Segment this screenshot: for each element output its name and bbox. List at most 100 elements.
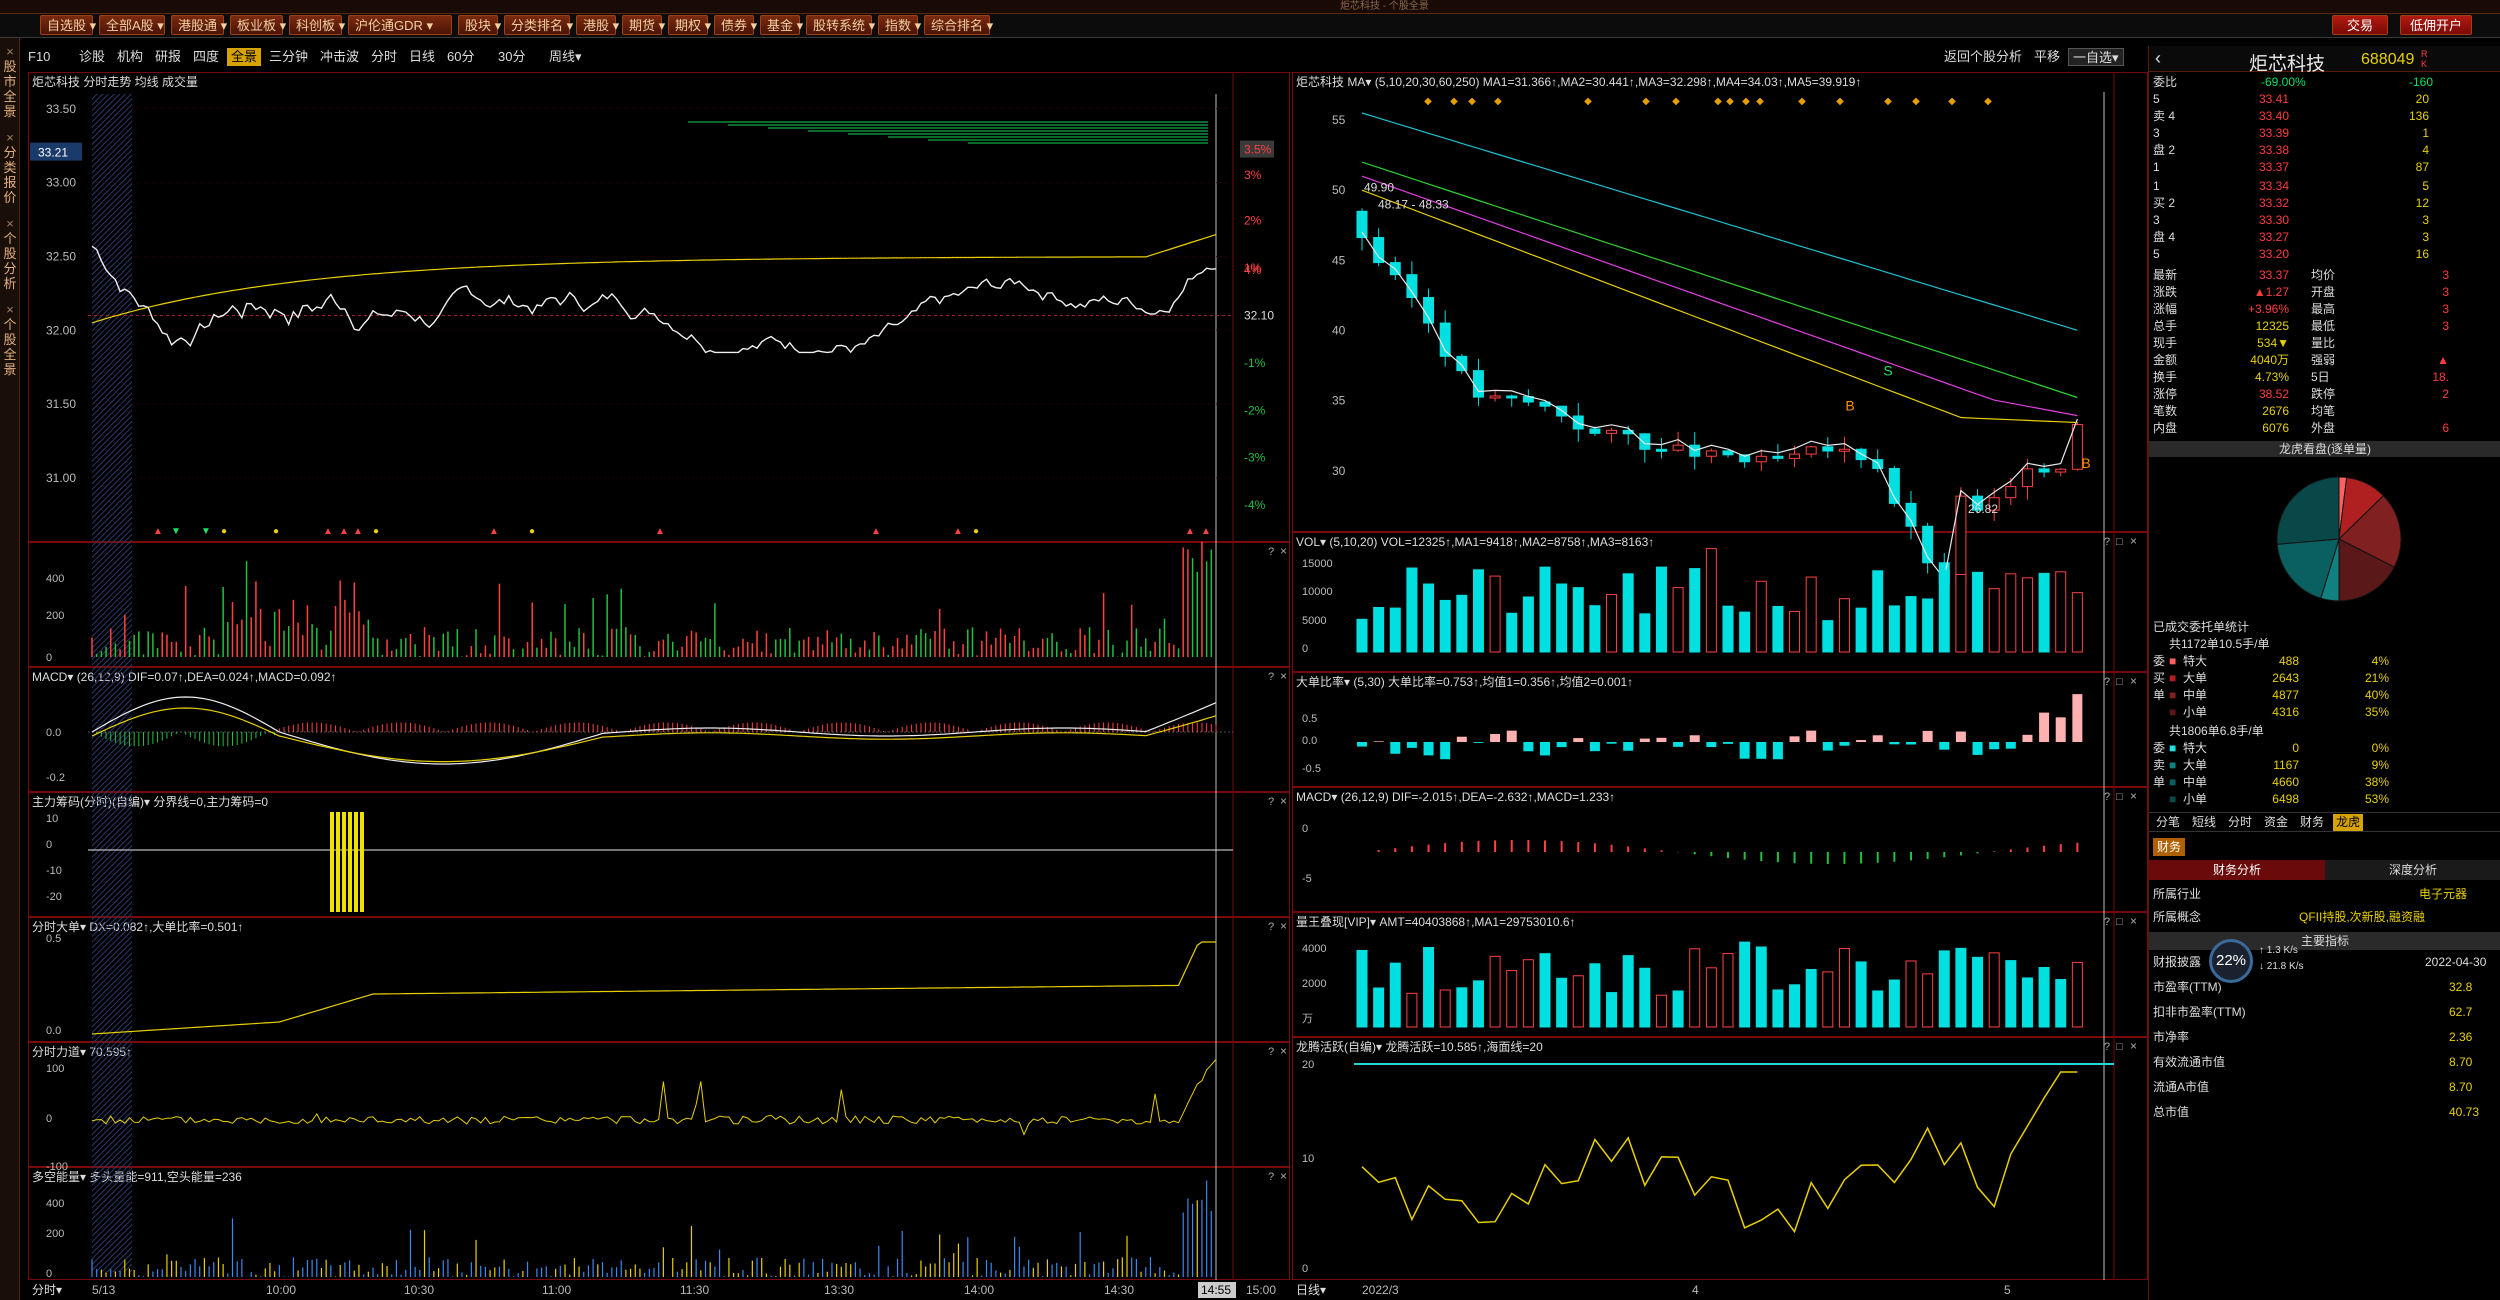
subbar-item-9[interactable]: 日线 <box>405 48 439 66</box>
daily-kline-panel[interactable]: 炬芯科技 MA▾ (5,10,20,30,60,250) MA1=31.366↑… <box>1292 72 2148 532</box>
toolbar-item-1[interactable]: 全部A股 ▾ <box>99 15 165 35</box>
close-icon[interactable]: × <box>1 216 19 231</box>
quote-label: 金额 <box>2153 353 2178 367</box>
vol-bar <box>1789 610 1801 653</box>
toolbar-item-7[interactable]: 分类排名 ▾ <box>504 15 573 35</box>
vol-bar <box>2055 571 2067 653</box>
intraday-chips-panel[interactable]: 主力筹码(分时)(自编)▾ 分界线=0,主力筹码=0? × <box>28 792 1290 917</box>
left-tab-0[interactable]: × 股市全景 <box>1 44 19 119</box>
daily-amount-panel[interactable]: 量王叠现[VIP]▾ AMT=40403868↑,MA1=29753010.6↑… <box>1292 912 2148 1037</box>
subbar-item-1[interactable]: 诊股 <box>75 48 109 66</box>
toolbar-item-5[interactable]: 沪伦通GDR ▾ <box>348 15 452 35</box>
level-volume: 4 <box>2422 143 2429 157</box>
subbar-item-5[interactable]: 全景 <box>227 48 262 66</box>
toolbar-item-0[interactable]: 自选股 ▾ <box>40 15 96 35</box>
main-index-header: 主要指标 <box>2149 932 2500 950</box>
panel-tab-5[interactable]: 龙虎 <box>2333 814 2364 831</box>
toolbar-item-10[interactable]: 期权 ▾ <box>668 15 711 35</box>
panel-tab-0[interactable]: 分笔 <box>2153 814 2183 831</box>
order-pct: 0% <box>2371 741 2389 755</box>
close-icon[interactable]: × <box>1 130 19 145</box>
fin-label: 市净率 <box>2153 1030 2190 1044</box>
level-price: 33.32 <box>2259 196 2290 210</box>
ma-line-1 <box>1361 231 2078 581</box>
buy-level-3: 盘 4 33.27 3 <box>2149 229 2500 246</box>
buy-level-0: 1 33.34 5 <box>2149 178 2500 195</box>
level-price: 33.20 <box>2259 247 2290 261</box>
subbar-item-12[interactable]: 周线▾ <box>545 48 586 66</box>
open-account-button[interactable]: 低佣开户 <box>2400 15 2472 35</box>
candle <box>1423 296 1435 324</box>
daily-active-panel[interactable]: 龙腾活跃(自编)▾ 龙腾活跃=10.585↑,海面线=20? □ × <box>1292 1037 2148 1280</box>
toolbar-item-4[interactable]: 科创板 ▾ <box>289 15 345 35</box>
amount-bar <box>1606 992 1618 1028</box>
panel-tab-2[interactable]: 分时 <box>2225 814 2255 831</box>
panel-tab-4[interactable]: 财务 <box>2297 814 2327 831</box>
left-tab-1[interactable]: × 分类报价 <box>1 130 19 205</box>
toolbar-item-6[interactable]: 股块 ▾ <box>458 15 501 35</box>
subbar-right-item-2[interactable]: 一自选▾ <box>2068 48 2124 66</box>
order-pct: 21% <box>2364 671 2389 685</box>
concept-value: QFII持股,次新股,融资融 <box>2299 910 2426 924</box>
subbar-right-item-0[interactable]: 返回个股分析 <box>1940 48 2026 66</box>
daily-volume-panel[interactable]: VOL▾ (5,10,20) VOL=12325↑,MA1=9418↑,MA2=… <box>1292 532 2148 672</box>
ratio-bar <box>2055 717 2066 742</box>
close-icon[interactable]: × <box>1 44 19 59</box>
toolbar-item-8[interactable]: 港股 ▾ <box>576 15 619 35</box>
toolbar-item-12[interactable]: 基金 ▾ <box>760 15 803 35</box>
trade-button[interactable]: 交易 <box>2332 15 2388 35</box>
subbar-item-4[interactable]: 四度 <box>189 48 223 66</box>
quote-label2: 开盘 <box>2311 285 2336 299</box>
close-icon[interactable]: × <box>1 302 19 317</box>
ratio-bar <box>1989 742 2000 750</box>
daily-macd-panel[interactable]: MACD▾ (26,12,9) DIF=-2.015↑,DEA=-2.632↑,… <box>1292 787 2148 912</box>
toolbar-item-11[interactable]: 债券 ▾ <box>714 15 757 35</box>
subbar-right-item-1[interactable]: 平移 <box>2030 48 2064 66</box>
subbar-item-10[interactable]: 60分 <box>443 48 478 66</box>
fin-tab[interactable]: 财务 <box>2153 838 2186 856</box>
panel-tab-1[interactable]: 短线 <box>2189 814 2219 831</box>
order-pie-chart <box>2276 476 2402 602</box>
deep-analysis-tab[interactable]: 深度分析 <box>2325 860 2500 880</box>
amount-bar <box>1905 960 1917 1028</box>
panel-tab-3[interactable]: 资金 <box>2261 814 2291 831</box>
subbar-item-11[interactable]: 30分 <box>494 48 529 66</box>
toolbar-item-13[interactable]: 股转系统 ▾ <box>806 15 875 35</box>
subbar-item-3[interactable]: 研报 <box>151 48 185 66</box>
quote-row-5: 金额 4040万 强弱 ▲ <box>2149 352 2500 369</box>
candle <box>2038 468 2050 473</box>
toolbar-item-15[interactable]: 综合排名 ▾ <box>924 15 993 35</box>
buy-order-row-3: ■ 小单 4316 35% <box>2149 704 2500 721</box>
pct-axis-label: 1% <box>1244 261 1262 275</box>
time-axis-label: 10:30 <box>404 1283 434 1297</box>
daily-ratio-panel[interactable]: 大单比率▾ (5,30) 大单比率=0.753↑,均值1=0.356↑,均值2=… <box>1292 672 2148 787</box>
vol-axis-label: 400 <box>46 573 64 585</box>
toolbar-item-14[interactable]: 指数 ▾ <box>878 15 921 35</box>
subbar-item-7[interactable]: 冲击波 <box>316 48 363 66</box>
side-label: 委 <box>2153 741 2166 755</box>
left-tab-2[interactable]: × 个股分析 <box>1 216 19 291</box>
subbar-item-2[interactable]: 机构 <box>113 48 147 66</box>
toolbar-item-3[interactable]: 板业板 ▾ <box>230 15 286 35</box>
intraday-bigorder-panel-title: 分时大单▾ DX=0.082↑,大单比率=0.501↑ <box>32 919 243 934</box>
quote-row-6: 换手 4.73% 5日 18. <box>2149 369 2500 386</box>
level-label: 买 2 <box>2153 196 2176 210</box>
quote-value: 534▼ <box>2257 336 2289 350</box>
toolbar-item-9[interactable]: 期货 ▾ <box>622 15 665 35</box>
toolbar-item-2[interactable]: 港股通 ▾ <box>171 15 227 35</box>
ratio-bar <box>1606 742 1617 744</box>
macd-axis-label: 0.0 <box>46 727 61 739</box>
bigorder-axis-label: 0.0 <box>46 1025 61 1037</box>
subbar-item-8[interactable]: 分时 <box>367 48 401 66</box>
subbar-item-6[interactable]: 三分钟 <box>265 48 312 66</box>
back-chevron-icon[interactable]: ‹ <box>2155 48 2161 69</box>
left-tab-3[interactable]: × 个股全景 <box>1 302 19 377</box>
active-axis-label: 20 <box>1302 1059 1314 1071</box>
intraday-bigorder-panel[interactable]: 分时大单▾ DX=0.082↑,大单比率=0.501↑? × <box>28 917 1290 1042</box>
intraday-price-panel-title: 炬芯科技 分时走势 均线 成交量 <box>32 74 198 89</box>
buy-signal: B <box>2081 455 2090 471</box>
fin-analysis-tab[interactable]: 财务分析 <box>2149 860 2325 880</box>
help-icon: ? <box>1268 546 1274 558</box>
intraday-force-panel[interactable]: 分时力道▾ 70.595↑? × <box>28 1042 1290 1167</box>
subbar-item-0[interactable]: F10 <box>24 48 54 66</box>
